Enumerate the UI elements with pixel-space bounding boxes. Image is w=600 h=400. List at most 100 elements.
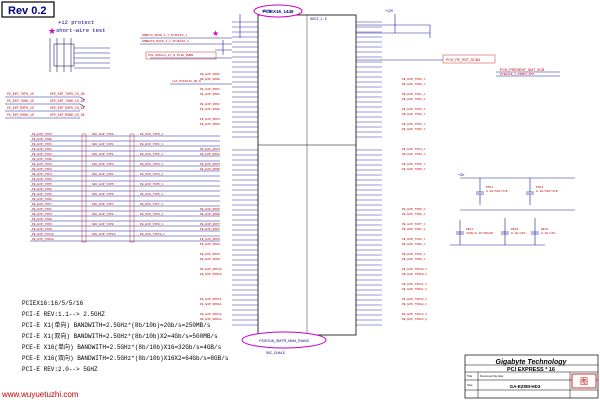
svg-text:SDC_EXP_TXP6: SDC_EXP_TXP6 (92, 193, 114, 196)
svg-text:PE_EXP_RXN12: PE_EXP_RXN12 (200, 318, 222, 321)
vcc-label-a: +12V (385, 9, 394, 13)
rev-label: Rev 0.2 (8, 5, 47, 17)
note-line-c: PCI-E X1(单向) BANDWITH=2.5GHz*(8b/10b)=2G… (22, 321, 211, 329)
svg-text:PX_EXP_TXN0_1S: PX_EXP_TXN0_1S (7, 99, 34, 103)
svg-text:PE_EXP_RXP4: PE_EXP_RXP4 (200, 148, 220, 151)
svg-text:SDC_EXP_TXP7: SDC_EXP_TXP7 (92, 203, 114, 206)
svg-text:PX_EXP_RXP0_1S: PX_EXP_RXP0_1S (7, 106, 34, 110)
svg-text:PE_EXP_TXP1_C: PE_EXP_TXP1_C (140, 143, 164, 146)
svg-text:PE_EXP_TXP12_C: PE_EXP_TXP12_C (402, 298, 427, 301)
clk-label: CLK_PCIEX16_FB_N (172, 80, 201, 83)
svg-text:PE_EXP_RXP7: PE_EXP_RXP7 (200, 223, 220, 226)
svg-text:PE_EXP_TXP2_C: PE_EXP_TXP2_C (140, 153, 164, 156)
svg-text:PE_EXP_RXN0: PE_EXP_RXN0 (200, 78, 220, 81)
svg-text:PE_EXP_TXN0_C: PE_EXP_TXN0_C (402, 83, 426, 86)
svg-text:XPE_EXP_RXP0_1S_1B: XPE_EXP_RXP0_1S_1B (50, 106, 85, 110)
svg-text:PE_EXP_TXP0_C: PE_EXP_TXP0_C (402, 78, 426, 81)
svg-text:PE_EXP_TXP7_C: PE_EXP_TXP7_C (402, 223, 426, 226)
note-line-e: PCE-E X16(单向) BANDWITH=2.5GHz*(8b/10b)X1… (22, 343, 222, 351)
svg-text:PE_EXP_TXP6: PE_EXP_TXP6 (32, 193, 52, 196)
bottom-chip-sub: SOC_DUAL5 (266, 352, 285, 356)
svg-text:PE_EXP_RXN9: PE_EXP_RXN9 (200, 258, 220, 261)
svg-text:PEC3: PEC3 (541, 228, 548, 231)
svg-text:0.1U/50V/X7R: 0.1U/50V/X7R (486, 189, 508, 193)
svg-text:PE_EXP_TXP8_C: PE_EXP_TXP8_C (402, 238, 426, 241)
svg-text:PE_EXP_TXP5_C: PE_EXP_TXP5_C (402, 163, 426, 166)
svg-text:SDC_EXP_TXP2: SDC_EXP_TXP2 (92, 153, 114, 156)
svg-text:PE_EXP_TXP8_C: PE_EXP_TXP8_C (140, 213, 164, 216)
svg-text:PE_EXP_TXN6: PE_EXP_TXN6 (32, 198, 52, 201)
row-size-label: Size (467, 383, 473, 387)
svg-text:PE_EXP_TXP10_C: PE_EXP_TXP10_C (402, 268, 427, 271)
svg-text:PX_EXP_TXP0_1S: PX_EXP_TXP0_1S (7, 92, 34, 96)
schematic-canvas: Rev 0.2 ★ +12 protect short-wire test PX… (1, 1, 599, 399)
connector-pins-right (356, 21, 382, 326)
svg-text:PE_EXP_TXP6_C: PE_EXP_TXP6_C (402, 208, 426, 211)
svg-text:SDC_EXP_TXP5: SDC_EXP_TXP5 (92, 183, 114, 186)
svg-text:PE_EXP_RXN6: PE_EXP_RXN6 (200, 213, 220, 216)
svg-text:PE_EXP_RXP5: PE_EXP_RXP5 (200, 163, 220, 166)
svg-text:PE_EXP_TXN7_C: PE_EXP_TXN7_C (402, 228, 426, 231)
svg-text:PE_EXP_TXP3_C: PE_EXP_TXP3_C (402, 123, 426, 126)
svg-text:PE_EXP_TXP11_C: PE_EXP_TXP11_C (402, 283, 427, 286)
svg-text:PE_EXP_TXN5: PE_EXP_TXN5 (32, 188, 52, 191)
svg-text:PE_EXP_RXP12: PE_EXP_RXP12 (200, 313, 222, 316)
note-line-d: PCI-E X1(双向) BANDWITH=2.5GHz*(8b/10b)X2=… (22, 332, 218, 340)
svg-text:PE_EXP_TXP10: PE_EXP_TXP10 (32, 233, 54, 236)
svg-text:PE_EXP_RXN2: PE_EXP_RXN2 (200, 108, 220, 111)
page-title: PCI EXPRESS * 16 (507, 367, 555, 373)
svg-text:PE_EXP_TXN1_C: PE_EXP_TXN1_C (402, 98, 426, 101)
svg-text:PMC2: PMC2 (536, 186, 543, 189)
svg-text:PE_EXP_RXN4: PE_EXP_RXN4 (200, 153, 220, 156)
svg-text:PE_EXP_TXN4_C: PE_EXP_TXN4_C (402, 153, 426, 156)
svg-text:XPE_EXP_TXP0_1S_1B: XPE_EXP_TXP0_1S_1B (50, 92, 85, 96)
note-line-g: PCI-E REV:2.0--> 5GHZ (22, 366, 98, 373)
svg-text:PCIEX16_1_PRSNT_SMT: PCIEX16_1_PRSNT_SMT (500, 73, 534, 76)
left-lane-labels: PE_EXP_TXP0 PE_EXP_TXN0 PE_EXP_TXP1 PE_EXP… (32, 133, 165, 241)
svg-text:PE_EXP_TXN9: PE_EXP_TXN9 (32, 228, 52, 231)
row-title-label: Title (467, 374, 473, 378)
svg-text:PE_EXP_RXP1: PE_EXP_RXP1 (200, 88, 220, 91)
svg-text:PE_EXP_TXN10_C: PE_EXP_TXN10_C (402, 273, 427, 276)
ref-a: PCH_PE_RST_SCB4 (446, 58, 480, 62)
svg-text:SDC_EXP_TXP1: SDC_EXP_TXP1 (92, 143, 114, 146)
protect-connector (49, 38, 110, 72)
svg-text:PE_EXP_TXN0: PE_EXP_TXN0 (32, 138, 52, 141)
svg-text:PE_EXP_RXP11: PE_EXP_RXP11 (200, 298, 222, 301)
svg-text:PE_EXP_TXN9_C: PE_EXP_TXN9_C (402, 258, 426, 261)
svg-text:PE_EXP_TXN8: PE_EXP_TXN8 (32, 218, 52, 221)
svg-text:PE_EXP_RXN10: PE_EXP_RXN10 (200, 273, 222, 276)
svg-text:PE_EXP_RXP0: PE_EXP_RXP0 (200, 73, 220, 76)
svg-text:PE_EXP_TXP0: PE_EXP_TXP0 (32, 133, 52, 136)
svg-text:PE_EXP_TXP7: PE_EXP_TXP7 (32, 203, 52, 206)
svg-text:XPE_EXP_RXN0_1S_1B: XPE_EXP_RXN0_1S_1B (50, 113, 85, 117)
svg-text:PE_EXP_TXP0_C: PE_EXP_TXP0_C (140, 133, 164, 136)
logo-seal: 图 (571, 373, 597, 389)
svg-text:PE_EXP_TXP7_C: PE_EXP_TXP7_C (140, 203, 164, 206)
svg-text:SMBDATA_MAIN_2_1_PCIEX16_1: SMBDATA_MAIN_2_1_PCIEX16_1 (142, 40, 189, 43)
svg-text:PE_EXP_TXN4: PE_EXP_TXN4 (32, 178, 52, 181)
svg-text:PMC1: PMC1 (486, 186, 493, 189)
star-icon: ★ (48, 26, 56, 36)
svg-text:PE_EXP_TXP4_C: PE_EXP_TXP4_C (402, 148, 426, 151)
star-icon-2: ★ (212, 29, 219, 38)
svg-text:0.1U/50V/X7R: 0.1U/50V/X7R (536, 189, 558, 193)
svg-text:PE_EXP_TXP2: PE_EXP_TXP2 (32, 153, 52, 156)
svg-text:470U/6.3V/SOLID: 470U/6.3V/SOLID (466, 231, 493, 235)
top-chip-sub: SOC3_1.5 (310, 18, 327, 22)
svg-text:PE_EXP_TXP1: PE_EXP_TXP1 (32, 143, 52, 146)
svg-text:PE_EXP_TXP1_C: PE_EXP_TXP1_C (402, 93, 426, 96)
svg-text:PE_EXP_TXP4_C: PE_EXP_TXP4_C (140, 173, 164, 176)
svg-text:PE_EXP_RXP10: PE_EXP_RXP10 (200, 268, 222, 271)
connector-left-net-labels: PE_EXP_RXP0 PE_EXP_RXN0 PE_EXP_RXP1 PE_EXP… (200, 73, 222, 321)
note-line-a: PCIEX16:16/5/5/16 (22, 300, 84, 307)
svg-text:PE_EXP_TXN12_C: PE_EXP_TXN12_C (402, 303, 427, 306)
svg-text:0.1U/16V: 0.1U/16V (541, 231, 556, 235)
svg-text:PE_EXP_TXN10: PE_EXP_TXN10 (32, 238, 54, 241)
note-line-1: +12 protect (58, 19, 94, 26)
svg-text:PE_EXP_TXP13_C: PE_EXP_TXP13_C (402, 313, 427, 316)
svg-text:PE_EXP_TXP9: PE_EXP_TXP9 (32, 223, 52, 226)
svg-text:PE_EXP_TXN6_C: PE_EXP_TXN6_C (402, 213, 426, 216)
note-line-2: short-wire test (56, 27, 106, 34)
svg-text:XPE_EXP_TXN0_1S_1B: XPE_EXP_TXN0_1S_1B (50, 99, 85, 103)
